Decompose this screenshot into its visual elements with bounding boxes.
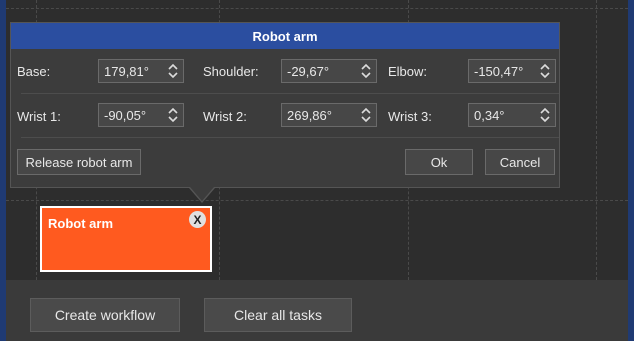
wrist2-value[interactable]: 269,86° <box>282 108 356 123</box>
elbow-label: Elbow: <box>388 64 428 79</box>
dialog-title: Robot arm <box>11 23 559 49</box>
wrist2-spinbox[interactable]: 269,86° <box>281 103 377 127</box>
shoulder-label: Shoulder: <box>203 64 259 79</box>
shoulder-spinbox[interactable]: -29,67° <box>281 59 377 83</box>
release-robot-arm-button[interactable]: Release robot arm <box>17 149 141 175</box>
wrist2-label: Wrist 2: <box>203 109 247 124</box>
base-label: Base: <box>17 64 51 79</box>
clear-all-tasks-button[interactable]: Clear all tasks <box>204 298 352 332</box>
base-value[interactable]: 179,81° <box>99 64 163 79</box>
cancel-button[interactable]: Cancel <box>485 149 555 175</box>
wrist1-value[interactable]: -90,05° <box>99 108 163 123</box>
chevron-up-down-icon[interactable] <box>535 60 555 82</box>
chevron-up-down-icon[interactable] <box>163 104 183 126</box>
chevron-up-down-icon[interactable] <box>356 104 376 126</box>
row-divider <box>21 93 559 94</box>
task-card-title: Robot arm <box>48 216 113 231</box>
dialog-pointer <box>190 187 214 201</box>
right-accent-strip <box>628 0 634 341</box>
elbow-value[interactable]: -150,47° <box>469 64 535 79</box>
close-icon[interactable]: X <box>189 211 206 228</box>
wrist1-spinbox[interactable]: -90,05° <box>98 103 184 127</box>
robot-arm-dialog: Robot arm Base: 179,81° Shoulder: -29,67… <box>10 22 560 188</box>
base-spinbox[interactable]: 179,81° <box>98 59 184 83</box>
chevron-up-down-icon[interactable] <box>356 60 376 82</box>
shoulder-value[interactable]: -29,67° <box>282 64 356 79</box>
ok-button[interactable]: Ok <box>405 149 473 175</box>
wrist3-value[interactable]: 0,34° <box>469 108 535 123</box>
wrist3-spinbox[interactable]: 0,34° <box>468 103 556 127</box>
wrist1-label: Wrist 1: <box>17 109 61 124</box>
row-divider <box>21 137 559 138</box>
grid-line <box>6 200 628 201</box>
wrist3-label: Wrist 3: <box>388 109 432 124</box>
elbow-spinbox[interactable]: -150,47° <box>468 59 556 83</box>
grid-line <box>596 0 597 280</box>
chevron-up-down-icon[interactable] <box>163 60 183 82</box>
bottom-toolbar: Create workflow Clear all tasks <box>6 280 628 341</box>
chevron-up-down-icon[interactable] <box>535 104 555 126</box>
grid-line <box>6 8 628 9</box>
create-workflow-button[interactable]: Create workflow <box>30 298 180 332</box>
task-card-robot-arm[interactable]: Robot arm X <box>40 206 212 272</box>
